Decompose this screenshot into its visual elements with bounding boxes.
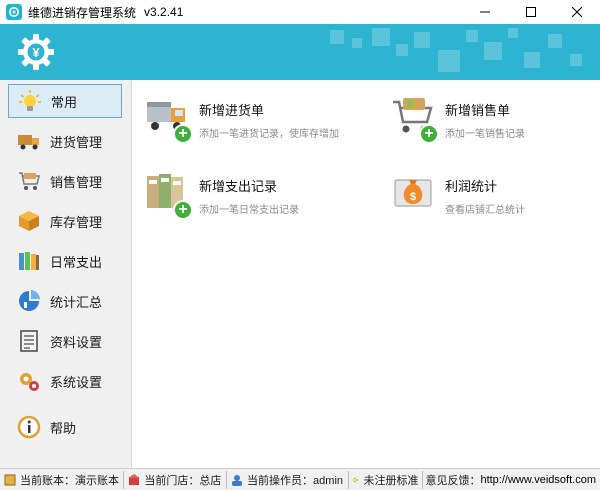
cart-add-icon: + xyxy=(391,96,439,144)
gear-yen-logo-icon: ¥ xyxy=(18,34,54,70)
sidebar-item-help[interactable]: 帮助 xyxy=(8,410,122,444)
key-icon xyxy=(353,477,360,482)
window-title: 维德进销存管理系统 xyxy=(28,5,137,20)
sidebar-item-label: 库存管理 xyxy=(50,214,103,230)
book-icon xyxy=(4,474,16,485)
sidebar-item-data-settings[interactable]: 资料设置 xyxy=(8,324,122,358)
sidebar-item-purchase[interactable]: 进货管理 xyxy=(8,124,122,158)
store-icon xyxy=(128,473,141,485)
sidebar-item-label: 进货管理 xyxy=(50,134,103,150)
sidebar-item-system-settings[interactable]: 系统设置 xyxy=(8,364,122,398)
user-icon xyxy=(232,474,243,486)
status-bar: 当前账本：演示账本 当前门店：总店 当前操作员：admin 未注册标准 意见反馈… xyxy=(0,468,600,490)
sidebar-item-common[interactable]: 常用 xyxy=(8,84,122,118)
banner-decoration xyxy=(484,42,502,60)
main-panel: + 新增进货单 添加一笔进货记录，使库存增加 + 新增销售单 添加一笔销售记录 … xyxy=(133,80,600,468)
close-icon xyxy=(572,7,582,17)
sidebar-item-label: 统计汇总 xyxy=(50,294,103,310)
document-icon xyxy=(16,328,42,354)
svg-text:¥: ¥ xyxy=(32,45,40,60)
tile-title: 利润统计 xyxy=(445,179,498,194)
sidebar-item-label: 销售管理 xyxy=(50,174,103,190)
sidebar-item-sales[interactable]: 销售管理 xyxy=(8,164,122,198)
money-bag-icon: $ xyxy=(391,172,437,218)
minimize-button[interactable] xyxy=(462,0,508,24)
help-icon xyxy=(16,414,42,440)
app-version: v3.2.41 xyxy=(144,5,184,19)
sidebar-item-inventory[interactable]: 库存管理 xyxy=(8,204,122,238)
truck-add-icon: + xyxy=(145,96,193,144)
sidebar-item-label: 日常支出 xyxy=(50,254,103,270)
banner-decoration xyxy=(508,28,518,38)
stats-icon xyxy=(16,288,42,314)
new-purchase-tile[interactable]: + 新增进货单 添加一笔进货记录，使库存增加 xyxy=(145,96,365,152)
sidebar: 常用 进货管理 销售管理 库存管理 日常支出 统计汇总 资料设置 系统设置 帮助 xyxy=(0,80,132,468)
minimize-icon xyxy=(480,11,490,13)
sidebar-item-label: 系统设置 xyxy=(50,374,103,390)
status-feedback: 意见反馈： http://www.veidsoft.com xyxy=(425,473,596,487)
tile-title: 新增销售单 xyxy=(445,103,511,118)
status-registration[interactable]: 未注册标准 xyxy=(349,470,424,489)
binders-add-icon: + xyxy=(145,172,193,220)
sidebar-item-label: 常用 xyxy=(51,94,78,110)
plus-badge-icon: + xyxy=(173,124,193,144)
header-banner: ¥ xyxy=(0,24,600,80)
binders-icon xyxy=(16,248,42,274)
new-expense-tile[interactable]: + 新增支出记录 添加一笔日常支出记录 xyxy=(145,172,365,228)
sidebar-item-label: 资料设置 xyxy=(50,334,103,350)
banner-decoration xyxy=(396,44,408,56)
banner-decoration xyxy=(330,30,344,44)
banner-decoration xyxy=(414,32,430,48)
banner-decoration xyxy=(570,54,582,66)
tile-title: 新增进货单 xyxy=(199,103,265,118)
tile-subtitle: 添加一笔日常支出记录 xyxy=(199,205,299,216)
banner-decoration xyxy=(352,38,362,48)
new-sale-tile[interactable]: + 新增销售单 添加一笔销售记录 xyxy=(391,96,600,152)
svg-text:$: $ xyxy=(410,191,416,203)
maximize-button[interactable] xyxy=(508,0,554,24)
app-logo-icon xyxy=(6,4,22,20)
tile-title: 新增支出记录 xyxy=(199,179,278,194)
truck-icon xyxy=(16,128,42,154)
sidebar-item-label: 帮助 xyxy=(50,420,77,436)
status-account: 当前账本：演示账本 xyxy=(0,470,125,489)
maximize-icon xyxy=(526,7,536,17)
close-button[interactable] xyxy=(554,0,600,24)
banner-decoration xyxy=(524,52,540,68)
tile-subtitle: 添加一笔进货记录，使库存增加 xyxy=(199,129,339,140)
tile-subtitle: 查看店铺汇总统计 xyxy=(445,205,525,216)
banner-decoration xyxy=(372,28,390,46)
gears-icon xyxy=(16,368,42,394)
title-bar: 维德进销存管理系统 v3.2.41 xyxy=(0,0,600,24)
website-link[interactable]: http://www.veidsoft.com xyxy=(480,474,596,486)
lightbulb-icon xyxy=(17,88,43,114)
banner-decoration xyxy=(466,30,478,42)
plus-badge-icon: + xyxy=(173,200,193,220)
banner-decoration xyxy=(438,50,460,72)
box-icon xyxy=(16,208,42,234)
status-store: 当前门店：总店 xyxy=(124,470,228,489)
profit-stats-tile[interactable]: $ 利润统计 查看店铺汇总统计 xyxy=(391,172,600,228)
sidebar-item-statistics[interactable]: 统计汇总 xyxy=(8,284,122,318)
sidebar-item-expenses[interactable]: 日常支出 xyxy=(8,244,122,278)
plus-badge-icon: + xyxy=(419,124,439,144)
banner-decoration xyxy=(548,34,562,48)
tile-subtitle: 添加一笔销售记录 xyxy=(445,129,525,140)
shopping-cart-icon xyxy=(16,168,42,194)
status-operator: 当前操作员：admin xyxy=(227,470,350,489)
